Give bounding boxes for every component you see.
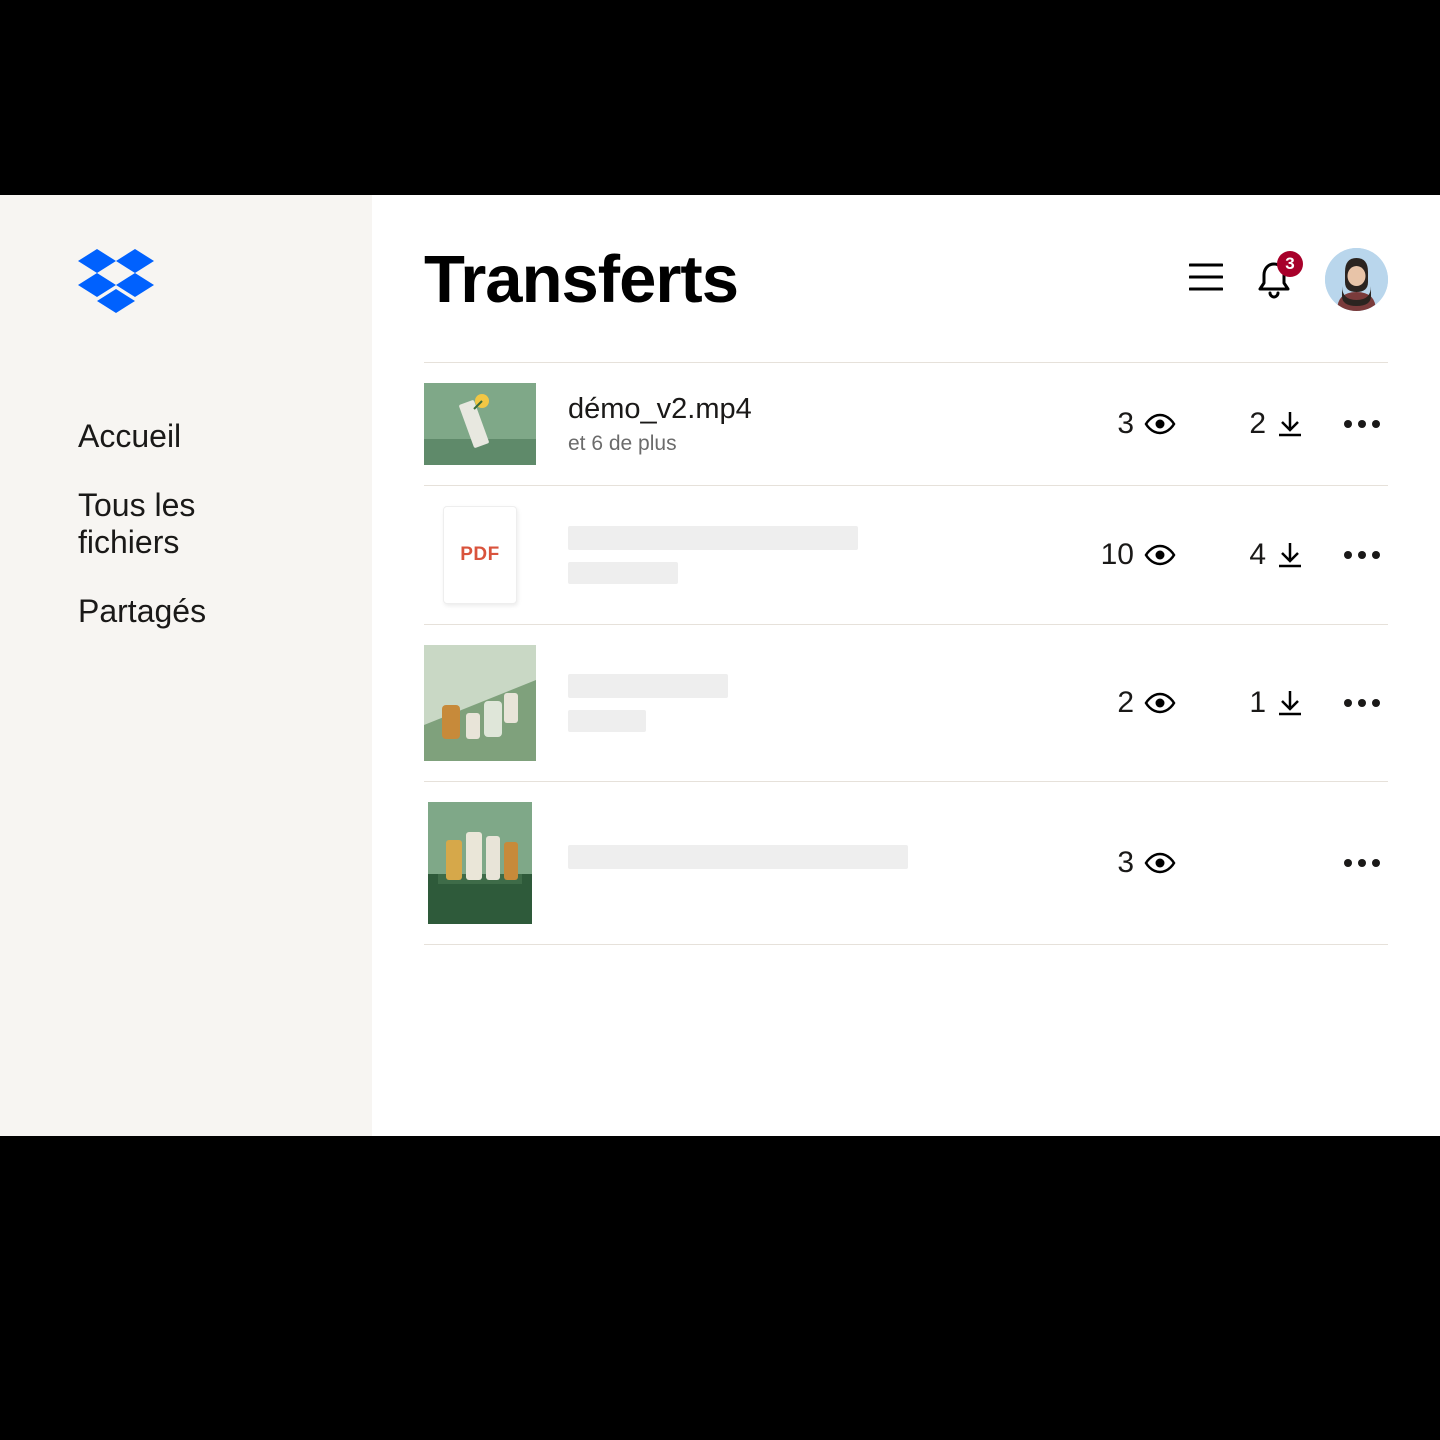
transfer-thumbnail bbox=[424, 383, 536, 465]
placeholder-line bbox=[568, 526, 858, 550]
hamburger-icon bbox=[1189, 263, 1223, 291]
transfer-thumbnail bbox=[424, 802, 536, 924]
transfer-row[interactable]: 2 1 bbox=[424, 625, 1388, 782]
views-count: 10 bbox=[1101, 538, 1134, 572]
views-stat: 3 bbox=[1080, 846, 1176, 880]
sidebar-item-shared[interactable]: Partagés bbox=[78, 593, 294, 630]
more-actions-button[interactable] bbox=[1336, 853, 1388, 873]
views-count: 2 bbox=[1117, 686, 1134, 720]
sidebar: Accueil Tous les fichiers Partagés bbox=[0, 195, 372, 1136]
downloads-stat: 1 bbox=[1208, 686, 1304, 720]
notifications-button[interactable]: 3 bbox=[1257, 261, 1291, 299]
eye-icon bbox=[1144, 413, 1176, 435]
transfer-info bbox=[568, 674, 1048, 732]
transfer-row[interactable]: PDF 10 4 bbox=[424, 486, 1388, 625]
sidebar-item-home[interactable]: Accueil bbox=[78, 418, 294, 455]
downloads-stat: 2 bbox=[1208, 407, 1304, 441]
placeholder-line bbox=[568, 710, 646, 732]
more-actions-button[interactable] bbox=[1336, 414, 1388, 434]
download-icon bbox=[1276, 410, 1304, 438]
download-icon bbox=[1276, 541, 1304, 569]
sidebar-nav: Accueil Tous les fichiers Partagés bbox=[78, 418, 294, 630]
views-count: 3 bbox=[1117, 407, 1134, 441]
transfer-info bbox=[568, 845, 1048, 881]
app-window: Accueil Tous les fichiers Partagés Trans… bbox=[0, 195, 1440, 1136]
page-header: Transferts 3 bbox=[424, 241, 1388, 318]
transfer-row[interactable]: 3 bbox=[424, 782, 1388, 945]
more-actions-button[interactable] bbox=[1336, 545, 1388, 565]
user-avatar[interactable] bbox=[1325, 248, 1388, 311]
pdf-file-icon: PDF bbox=[443, 506, 517, 604]
more-actions-button[interactable] bbox=[1336, 693, 1388, 713]
downloads-stat: 4 bbox=[1208, 538, 1304, 572]
placeholder-line bbox=[568, 562, 678, 584]
avatar-image bbox=[1325, 248, 1388, 311]
views-stat: 10 bbox=[1080, 538, 1176, 572]
transfer-name: démo_v2.mp4 bbox=[568, 393, 1048, 426]
eye-icon bbox=[1144, 852, 1176, 874]
views-count: 3 bbox=[1117, 846, 1134, 880]
placeholder-line bbox=[568, 845, 908, 869]
transfer-row[interactable]: démo_v2.mp4 et 6 de plus 3 2 bbox=[424, 363, 1388, 486]
downloads-count: 4 bbox=[1249, 538, 1266, 572]
dropbox-logo[interactable] bbox=[78, 249, 294, 320]
menu-button[interactable] bbox=[1189, 263, 1223, 296]
eye-icon bbox=[1144, 544, 1176, 566]
page-title: Transferts bbox=[424, 241, 738, 318]
transfer-info: démo_v2.mp4 et 6 de plus bbox=[568, 393, 1048, 456]
transfer-thumbnail bbox=[424, 645, 536, 761]
eye-icon bbox=[1144, 692, 1176, 714]
views-stat: 2 bbox=[1080, 686, 1176, 720]
dropbox-logo-icon bbox=[78, 249, 154, 315]
main-content: Transferts 3 bbox=[372, 195, 1440, 1136]
transfer-info bbox=[568, 526, 1048, 584]
transfers-list: démo_v2.mp4 et 6 de plus 3 2 bbox=[424, 362, 1388, 945]
views-stat: 3 bbox=[1080, 407, 1176, 441]
notification-badge: 3 bbox=[1277, 251, 1303, 277]
download-icon bbox=[1276, 689, 1304, 717]
transfer-subtitle: et 6 de plus bbox=[568, 432, 1048, 456]
downloads-count: 1 bbox=[1249, 686, 1266, 720]
placeholder-line bbox=[568, 674, 728, 698]
header-actions: 3 bbox=[1189, 248, 1388, 311]
sidebar-item-all-files[interactable]: Tous les fichiers bbox=[78, 487, 294, 561]
downloads-count: 2 bbox=[1249, 407, 1266, 441]
transfer-thumbnail: PDF bbox=[424, 506, 536, 604]
